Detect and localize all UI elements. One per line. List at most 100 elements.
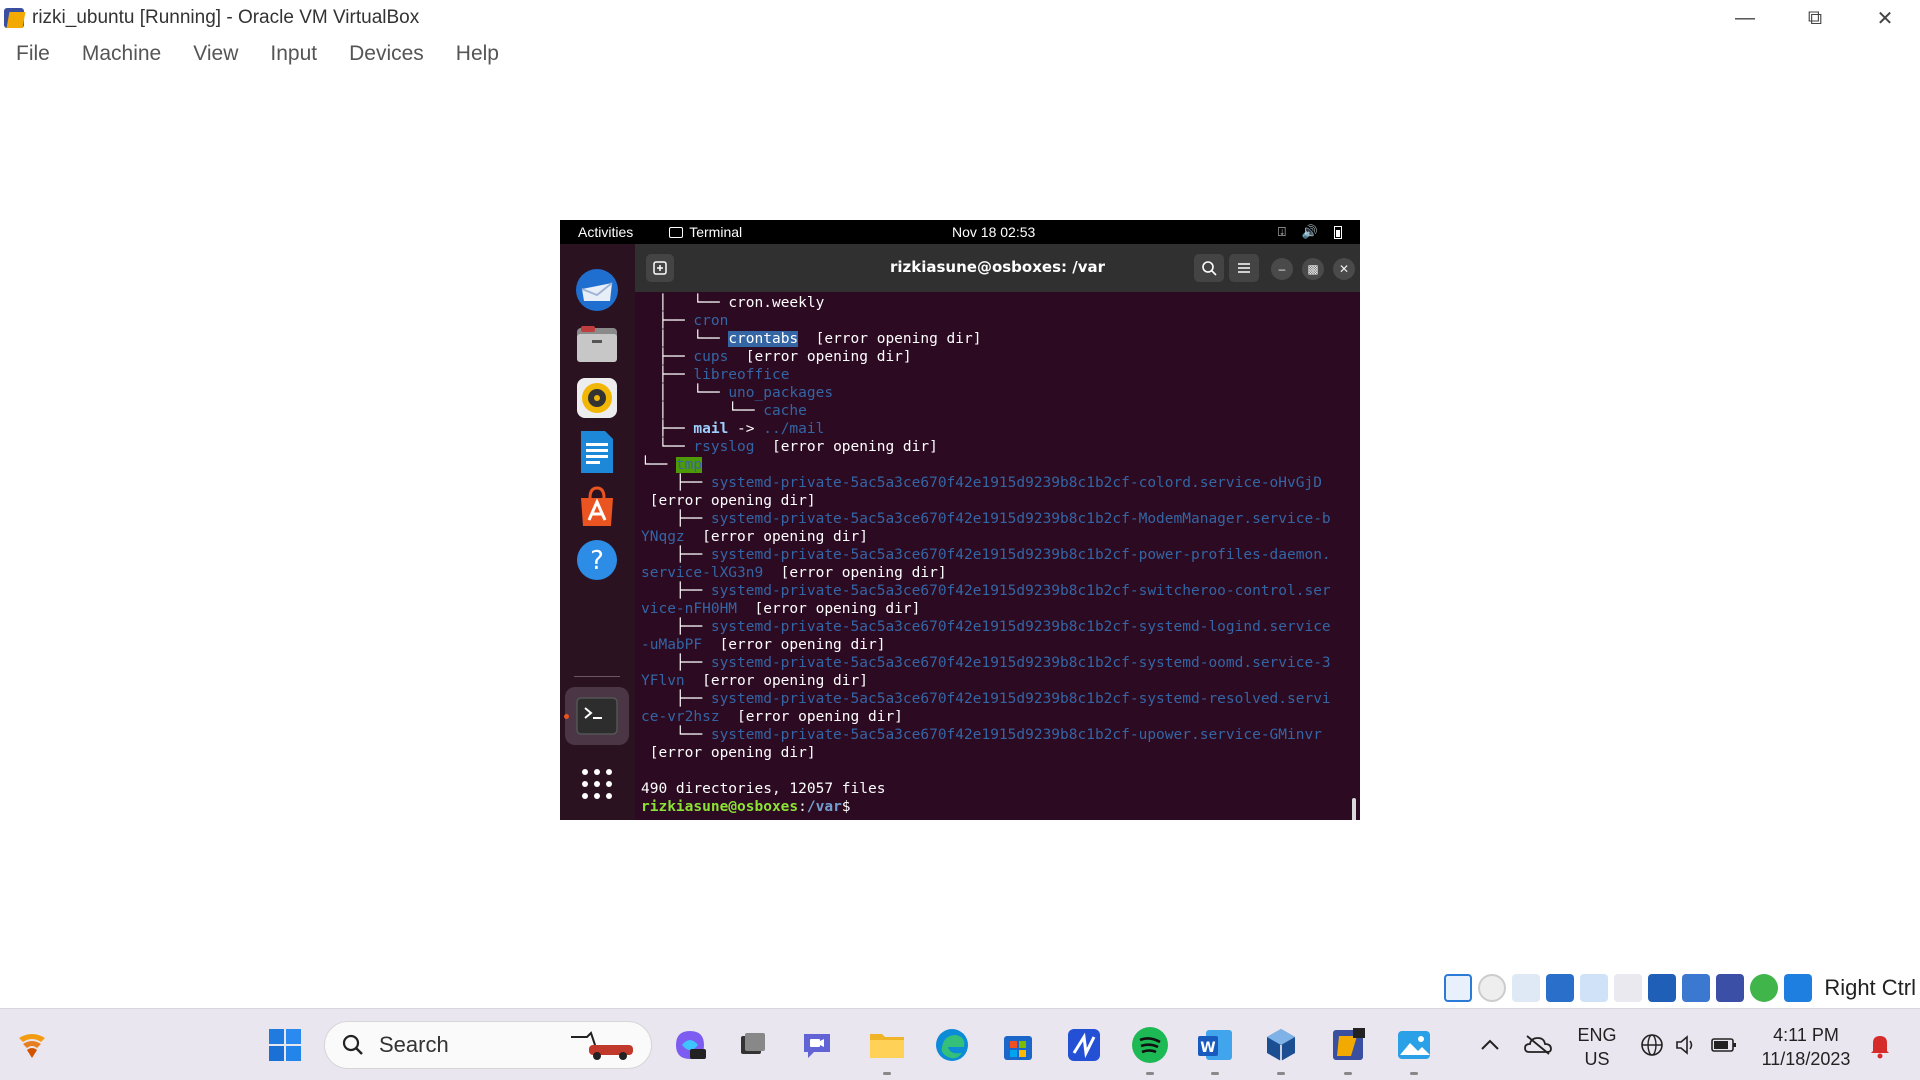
host-key-label: Right Ctrl — [1824, 975, 1916, 1000]
terminal-line: ├── cron — [641, 313, 729, 329]
vm-window-icon[interactable] — [1328, 1025, 1368, 1075]
system-tray[interactable]: ⍗ 🔊 — [1278, 224, 1342, 240]
vm-display[interactable]: Activities Terminal Nov 18 02:53 ⍗ 🔊 ? r… — [560, 220, 1360, 820]
windows-taskbar: Search W ENG US 4:11 PM 11/18/2023 — [0, 1008, 1920, 1080]
battery-icon[interactable] — [1704, 1025, 1744, 1065]
clock-area[interactable]: 4:11 PM 11/18/2023 — [1758, 1023, 1854, 1071]
audio-icon[interactable] — [1512, 974, 1541, 1002]
menu-bar: File Machine View Input Devices Help — [0, 36, 531, 72]
mouse-integration-icon[interactable] — [1784, 974, 1813, 1002]
term-close-button[interactable]: ✕ — [1333, 258, 1355, 280]
writer-icon[interactable] — [573, 428, 621, 476]
files-icon[interactable] — [573, 320, 621, 368]
running-indicator — [564, 714, 569, 719]
store-icon[interactable] — [998, 1025, 1038, 1065]
terminal-line: ├── libreoffice — [641, 367, 790, 383]
show-apps-icon[interactable] — [573, 760, 621, 808]
start-button[interactable] — [265, 1025, 305, 1065]
window-title: rizki_ubuntu [Running] - Oracle VM Virtu… — [32, 7, 420, 28]
volume-icon: 🔊 — [1301, 224, 1318, 239]
window-controls: — ⧉ ✕ — [1710, 0, 1920, 36]
onedrive-icon[interactable] — [1518, 1025, 1558, 1065]
terminal-line: ├── systemd-private-5ac5a3ce670f42e1915d… — [641, 619, 1331, 635]
menu-input[interactable]: Input — [270, 42, 317, 66]
terminal-line: vice-nFH0HM [error opening dir] — [641, 601, 921, 617]
vm-status-bar: Right Ctrl — [1444, 968, 1920, 1008]
windows-logo-icon — [269, 1029, 301, 1061]
terminal-line: │ └── cache — [641, 403, 807, 419]
display-icon[interactable] — [1648, 974, 1677, 1002]
gnome-top-bar: Activities Terminal Nov 18 02:53 ⍗ 🔊 — [560, 220, 1360, 244]
menu-view[interactable]: View — [193, 42, 238, 66]
terminal-line: └── systemd-private-5ac5a3ce670f42e1915d… — [641, 727, 1322, 743]
terminal-scrollbar[interactable] — [1352, 798, 1356, 820]
terminal-line: [error opening dir] — [641, 745, 816, 761]
term-minimize-button[interactable]: – — [1271, 258, 1293, 280]
search-button[interactable] — [1194, 254, 1224, 282]
terminal-line: ├── systemd-private-5ac5a3ce670f42e1915d… — [641, 511, 1331, 527]
minimize-button[interactable]: — — [1710, 0, 1780, 36]
terminal-line: YNqgz [error opening dir] — [641, 529, 868, 545]
terminal-prompt[interactable]: rizkiasune@osboxes:/var$ — [641, 798, 859, 816]
terminal-line: ├── systemd-private-5ac5a3ce670f42e1915d… — [641, 655, 1331, 671]
hard-disk-icon[interactable] — [1444, 974, 1473, 1002]
copilot-icon[interactable] — [670, 1025, 710, 1065]
search-placeholder: Search — [379, 1032, 449, 1057]
terminal-line: YFlvn [error opening dir] — [641, 673, 868, 689]
app-center-icon[interactable] — [573, 482, 621, 530]
dock: ? — [560, 244, 635, 820]
chevron-up-icon[interactable] — [1470, 1025, 1510, 1065]
restore-button[interactable]: ⧉ — [1780, 0, 1850, 36]
activities-button[interactable]: Activities — [578, 224, 633, 240]
taskbar-search[interactable]: Search — [324, 1021, 652, 1069]
app-menu-label: Terminal — [689, 224, 743, 240]
battery-icon — [1334, 225, 1342, 239]
vscode-like-icon[interactable] — [1064, 1025, 1104, 1065]
thunderbird-icon[interactable] — [573, 266, 621, 314]
edge-icon[interactable] — [932, 1025, 972, 1065]
volume-icon[interactable] — [1666, 1025, 1706, 1065]
menu-machine[interactable]: Machine — [82, 42, 161, 66]
language-indicator[interactable]: ENG US — [1570, 1023, 1624, 1071]
terminal-line: ├── cups [error opening dir] — [641, 349, 912, 365]
search-highlight-icon — [571, 1031, 633, 1060]
terminal-summary: 490 directories, 12057 files — [641, 781, 886, 797]
rhythmbox-icon[interactable] — [573, 374, 621, 422]
dock-separator — [574, 676, 620, 677]
terminal-line: └── rsyslog [error opening dir] — [641, 439, 938, 455]
photos-icon[interactable] — [1394, 1025, 1434, 1075]
terminal-line: │ └── cron.weekly — [641, 295, 825, 311]
spotify-icon[interactable] — [1130, 1025, 1170, 1075]
notification-bell-icon[interactable] — [1860, 1025, 1900, 1065]
clock-time: 4:11 PM — [1773, 1025, 1839, 1045]
virtualization-icon[interactable] — [1716, 974, 1745, 1002]
menu-devices[interactable]: Devices — [349, 42, 424, 66]
file-explorer-icon[interactable] — [867, 1025, 907, 1075]
hamburger-menu-button[interactable] — [1229, 254, 1259, 282]
video-capture-icon[interactable] — [1682, 974, 1711, 1002]
help-icon[interactable]: ? — [573, 536, 621, 584]
optical-drive-icon[interactable] — [1478, 974, 1507, 1002]
term-maximize-button[interactable]: ▩ — [1302, 258, 1324, 280]
terminal-line: ├── systemd-private-5ac5a3ce670f42e1915d… — [641, 547, 1331, 563]
teams-chat-icon[interactable] — [797, 1025, 837, 1065]
network-adapter-icon[interactable] — [1546, 974, 1575, 1002]
close-button[interactable]: ✕ — [1850, 0, 1920, 36]
guest-additions-icon[interactable] — [1750, 974, 1779, 1002]
terminal-line: ├── systemd-private-5ac5a3ce670f42e1915d… — [641, 583, 1331, 599]
shared-folders-icon[interactable] — [1614, 974, 1643, 1002]
app-menu[interactable]: Terminal — [669, 224, 742, 240]
terminal-line: [error opening dir] — [641, 493, 816, 509]
menu-file[interactable]: File — [16, 42, 50, 66]
clock[interactable]: Nov 18 02:53 — [952, 224, 1035, 240]
terminal-line: service-lXG3n9 [error opening dir] — [641, 565, 947, 581]
usb-icon[interactable] — [1580, 974, 1609, 1002]
terminal-line: └── tmp — [641, 457, 703, 473]
terminal-icon[interactable] — [573, 692, 621, 740]
terminal-output[interactable]: │ └── cron.weekly ├── cron │ └── crontab… — [635, 292, 1360, 820]
virtualbox-taskbar-icon[interactable] — [1261, 1025, 1301, 1075]
word-icon[interactable]: W — [1195, 1025, 1235, 1075]
widgets-icon[interactable] — [12, 1025, 52, 1065]
menu-help[interactable]: Help — [456, 42, 499, 66]
task-view-icon[interactable] — [732, 1025, 772, 1065]
